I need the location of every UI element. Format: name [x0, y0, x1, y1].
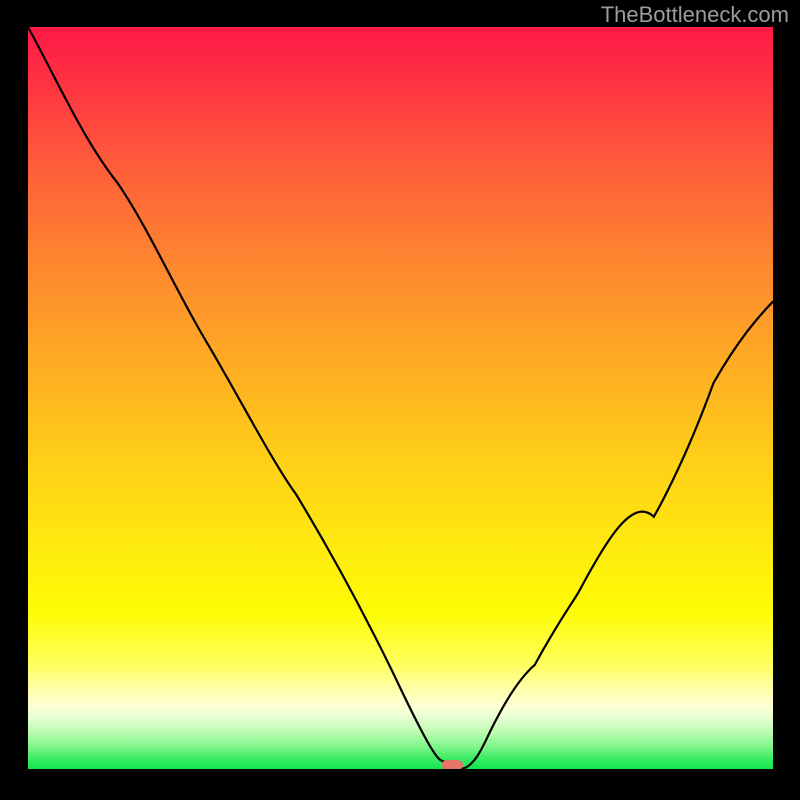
curve-layer — [28, 27, 773, 769]
chart-frame: TheBottleneck.com — [0, 0, 800, 800]
plot-area — [28, 27, 773, 769]
bottleneck-curve — [28, 27, 773, 769]
watermark-text: TheBottleneck.com — [601, 2, 789, 28]
min-marker — [442, 760, 463, 769]
